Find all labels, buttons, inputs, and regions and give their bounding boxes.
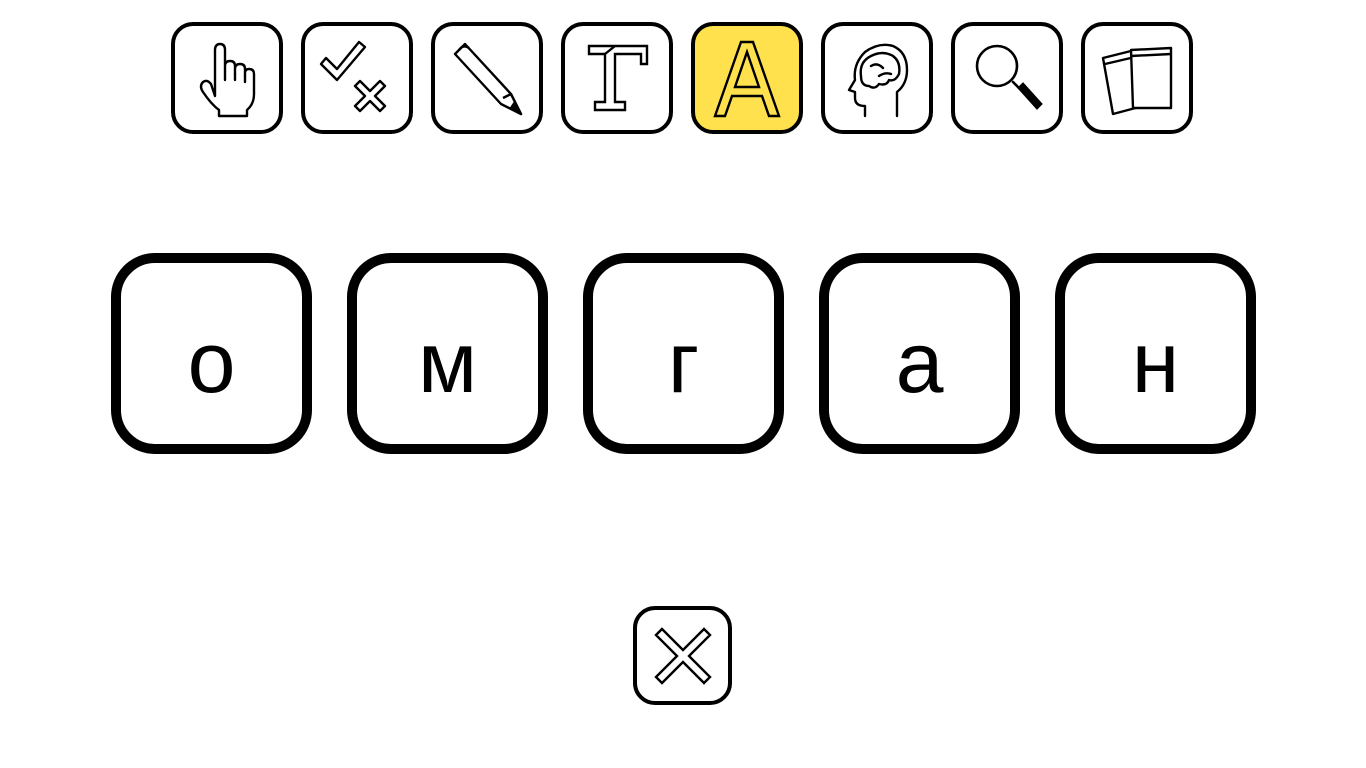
tool-alphabet-button[interactable] (691, 22, 803, 134)
tile-letter: о (187, 314, 236, 411)
tool-pencil-button[interactable] (431, 22, 543, 134)
head-brain-icon (847, 43, 909, 118)
tool-cards-button[interactable] (1081, 22, 1193, 134)
tile-letter: м (417, 314, 478, 411)
letter-tile[interactable]: г (583, 253, 784, 454)
tool-head-button[interactable] (821, 22, 933, 134)
pencil-icon (453, 42, 523, 116)
cyrillic-ge-letter-icon (587, 44, 649, 112)
check-cross-icon (319, 40, 387, 113)
letter-tile[interactable]: м (347, 253, 548, 454)
tool-check-button[interactable] (301, 22, 413, 134)
game-screen: о м г а н (0, 0, 1366, 768)
tile-letter: н (1131, 314, 1180, 411)
letter-tile[interactable]: а (819, 253, 1020, 454)
close-button[interactable] (633, 606, 732, 705)
letter-tile[interactable]: н (1055, 253, 1256, 454)
hand-pointer-icon (199, 42, 256, 118)
cards-icon (1101, 46, 1173, 116)
tile-letter: а (895, 314, 944, 411)
tile-letter: г (667, 314, 700, 411)
tool-search-button[interactable] (951, 22, 1063, 134)
letter-tile[interactable]: о (111, 253, 312, 454)
letter-a-icon (713, 40, 781, 118)
tool-pointer-button[interactable] (171, 22, 283, 134)
tool-font-button[interactable] (561, 22, 673, 134)
toolbar (171, 22, 1193, 134)
letter-tiles: о м г а н (111, 253, 1256, 454)
magnifier-icon (975, 44, 1043, 110)
close-x-icon (653, 626, 712, 685)
